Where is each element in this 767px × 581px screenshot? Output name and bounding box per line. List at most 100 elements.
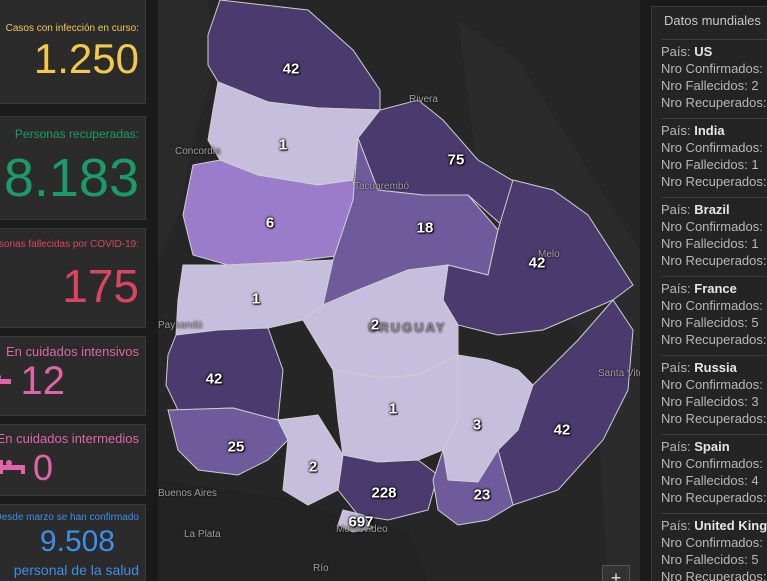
fallecidos-value: 3 (751, 394, 759, 409)
country-name: India (694, 123, 725, 138)
stat-value: 1.250 (33, 35, 139, 82)
place-label: Tacuarembó (354, 181, 410, 192)
fallecidos-label: Nro Fallecidos: (661, 78, 748, 93)
world-panel: Datos mundiales País: US Nro Confirmados… (640, 0, 767, 581)
place-label: Buenos Aires (158, 488, 217, 499)
stat-value: 0 (32, 447, 53, 488)
confirmados-label: Nro Confirmados: (661, 219, 763, 234)
country-name: United Kingdom (694, 518, 767, 533)
pais-label: País: (661, 123, 691, 138)
stat-card-health-staff: Desde marzo se han confirmado 9.508 pers… (0, 504, 146, 581)
recuperados-label: Nro Recuperados: (661, 411, 767, 426)
dept-soriano[interactable] (165, 327, 284, 421)
confirmados-label: Nro Confirmados: (661, 377, 763, 392)
stat-card-deceased: Personas fallecidas por COVID-19: 175 (0, 228, 146, 328)
confirmados-label: Nro Confirmados: (661, 456, 763, 471)
pais-label: País: (661, 360, 691, 375)
fallecidos-value: 2 (751, 78, 759, 93)
stat-value: 12 (20, 359, 66, 403)
stat-label: Personas fallecidas por COVID-19: (0, 239, 139, 250)
confirmados-label: Nro Confirmados: (661, 535, 763, 550)
place-label: Río (313, 563, 329, 574)
list-item[interactable]: País: US Nro Confirmados: Nro Fallecidos… (661, 39, 767, 111)
list-item[interactable]: País: Spain Nro Confirmados: Nro Falleci… (661, 434, 767, 506)
country-label: URUGUAY (368, 320, 447, 335)
dept-label-soriano: 42 (205, 370, 223, 388)
fallecidos-label: Nro Fallecidos: (661, 236, 748, 251)
stat-card-intensive: En cuidados intensivos 12 (0, 336, 146, 416)
stat-value: 9.508 (39, 525, 115, 558)
recuperados-label: Nro Recuperados: (661, 490, 767, 505)
stat-label: Desde marzo se han confirmado (0, 512, 139, 523)
fallecidos-value: 1 (751, 236, 759, 251)
dept-label-durazno: 2 (370, 316, 380, 334)
stat-card-recovered: Personas recuperadas: 8.183 (0, 116, 146, 220)
place-label: Santa Vitória do Palmar (598, 368, 640, 379)
recuperados-label: Nro Recuperados: (661, 332, 767, 347)
list-item[interactable]: País: India Nro Confirmados: Nro Falleci… (661, 118, 767, 190)
dept-label-rocha: 42 (553, 421, 571, 439)
dept-label-maldonado: 23 (473, 486, 491, 504)
dept-label-artigas: 42 (282, 60, 300, 78)
stat-label: En cuidados intermedios (0, 431, 139, 446)
bed-icon (0, 460, 25, 474)
country-name: Spain (694, 439, 730, 454)
fallecidos-label: Nro Fallecidos: (661, 552, 748, 567)
uruguay-choropleth (158, 0, 640, 581)
world-title: Datos mundiales (664, 13, 761, 28)
recuperados-label: Nro Recuperados: (661, 569, 767, 581)
fallecidos-label: Nro Fallecidos: (661, 315, 748, 330)
list-item[interactable]: País: Brazil Nro Confirmados: Nro Fallec… (661, 197, 767, 269)
stat-label: En cuidados intensivos (6, 344, 139, 359)
stat-card-active: Casos con infección en curso: 1.250 (0, 0, 146, 104)
fallecidos-value: 5 (751, 315, 759, 330)
recuperados-label: Nro Recuperados: (661, 95, 767, 110)
country-name: US (694, 44, 713, 59)
dept-label-florida: 1 (388, 400, 398, 418)
fallecidos-label: Nro Fallecidos: (661, 394, 748, 409)
bed-icon (0, 374, 11, 388)
place-label: Paysandú (158, 320, 203, 331)
place-label: Concordia (175, 146, 221, 157)
confirmados-label: Nro Confirmados: (661, 140, 763, 155)
dept-label-lavalleja: 3 (472, 416, 482, 434)
dept-label-paysandu: 6 (265, 214, 275, 232)
fallecidos-label: Nro Fallecidos: (661, 157, 748, 172)
list-item[interactable]: País: France Nro Confirmados: Nro Fallec… (661, 276, 767, 348)
fallecidos-value: 1 (751, 157, 759, 172)
recuperados-label: Nro Recuperados: (661, 174, 767, 189)
country-name: France (694, 281, 737, 296)
pais-label: País: (661, 44, 691, 59)
pais-label: País: (661, 202, 691, 217)
fallecidos-label: Nro Fallecidos: (661, 473, 748, 488)
pais-label: País: (661, 439, 691, 454)
stat-card-intermediate: En cuidados intermedios 0 (0, 424, 146, 496)
country-name: Brazil (694, 202, 730, 217)
dept-label-rivera: 75 (447, 151, 465, 169)
stat-label: Personas recuperadas: (14, 127, 139, 141)
stat-label: Casos con infección en curso: (5, 23, 139, 34)
fallecidos-value: 5 (751, 552, 759, 567)
stats-panel: Casos con infección en curso: 1.250 Pers… (0, 0, 158, 581)
dept-label-tacuarembo: 18 (416, 219, 434, 237)
dept-label-canelones: 228 (371, 484, 397, 502)
list-item[interactable]: País: United Kingdom Nro Confirmados: Nr… (661, 513, 767, 581)
dept-label-colonia: 25 (227, 438, 245, 456)
dept-label-san-jose: 2 (308, 458, 318, 476)
confirmados-label: Nro Confirmados: (661, 61, 763, 76)
list-item[interactable]: País: Russia Nro Confirmados: Nro Fallec… (661, 355, 767, 427)
country-name: Russia (694, 360, 737, 375)
stat-sublabel: personal de la salud (13, 562, 139, 578)
place-label: La Plata (184, 529, 221, 540)
dept-label-salto: 1 (278, 136, 288, 154)
stat-value: 8.183 (3, 148, 139, 208)
pais-label: País: (661, 281, 691, 296)
dept-label-cerro-largo: 42 (528, 254, 546, 272)
fallecidos-value: 4 (751, 473, 759, 488)
recuperados-label: Nro Recuperados: (661, 253, 767, 268)
dept-label-rio-negro: 1 (251, 290, 261, 308)
place-label: Rivera (409, 94, 438, 105)
pais-label: País: (661, 518, 691, 533)
zoom-in-button[interactable]: + (602, 565, 630, 581)
map-view[interactable]: Concordia Rivera Tacuarembó Melo Paysand… (158, 0, 640, 581)
